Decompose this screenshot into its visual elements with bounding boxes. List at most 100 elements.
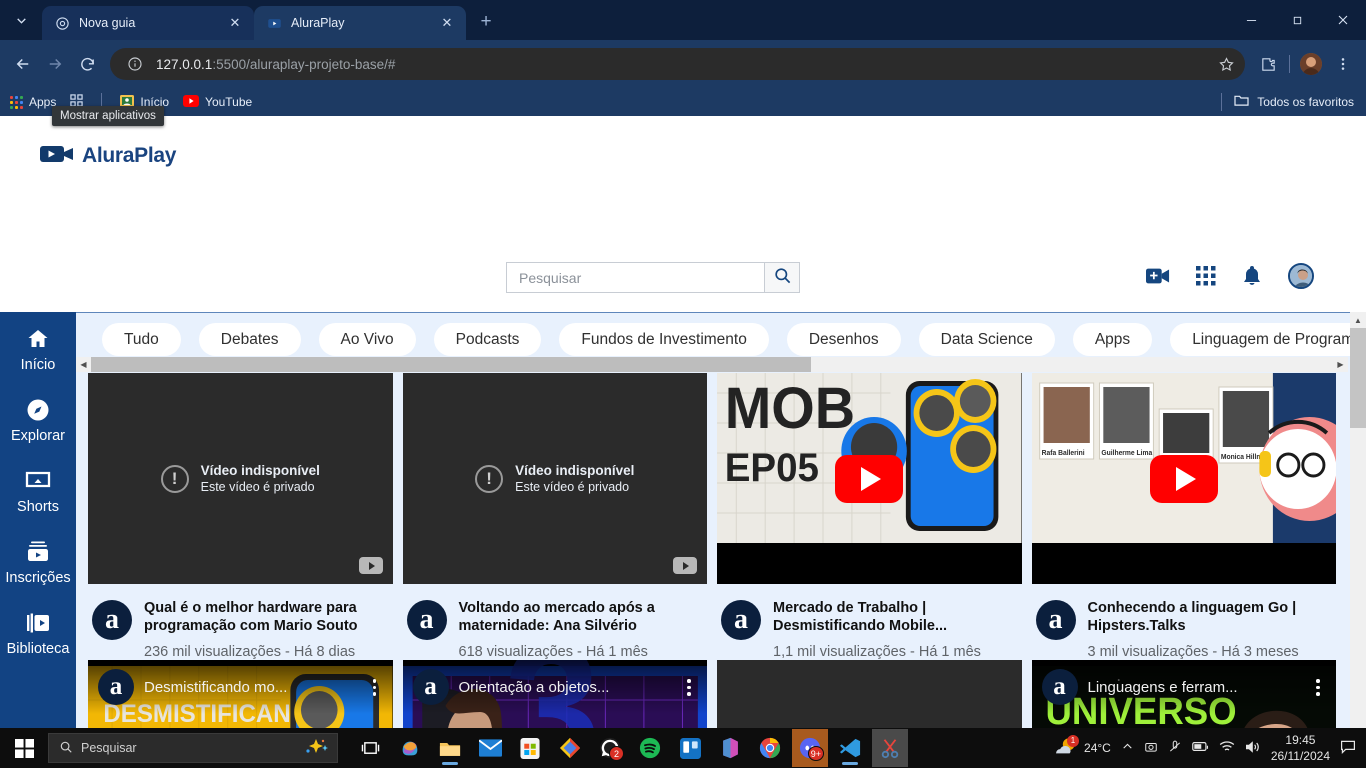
browser-tab-1[interactable]: Nova guia ✕ (42, 6, 254, 40)
chip-podcasts[interactable]: Podcasts (433, 323, 542, 356)
all-bookmarks[interactable]: Todos os favoritos (1217, 93, 1354, 111)
channel-avatar[interactable]: a (721, 600, 761, 640)
horizontal-scrollbar[interactable]: ◀ ▶ (76, 357, 1348, 372)
scroll-up-arrow-icon[interactable]: ▲ (1350, 312, 1366, 328)
chip-tudo[interactable]: Tudo (102, 323, 181, 356)
channel-avatar[interactable]: a (406, 600, 447, 640)
video-thumbnail[interactable]: DESMISTIFICANDO MOBILE EP02 (88, 660, 393, 728)
chip-fundos-de-investimento[interactable]: Fundos de Investimento (559, 323, 769, 356)
scroll-right-arrow-icon[interactable]: ▶ (1333, 357, 1348, 372)
video-thumbnail[interactable]: UNIVERSO DATA SC EP03 (1031, 660, 1336, 728)
video-thumbnail[interactable]: Rafa BalleriniGuilherme Lima Murillo God… (1031, 373, 1336, 584)
video-thumbnail[interactable]: MOB EP05 (717, 373, 1022, 584)
sidebar-item-explorar[interactable]: Explorar (0, 397, 76, 444)
overlay-video-title[interactable]: Orientação a objetos... (459, 679, 670, 696)
video-card[interactable]: Rafa BalleriniGuilherme Lima Murillo God… (1031, 373, 1336, 660)
play-button[interactable] (1149, 454, 1218, 503)
channel-avatar[interactable]: a (92, 600, 132, 640)
browser-tab-2[interactable]: AluraPlay ✕ (254, 6, 466, 40)
channel-avatar[interactable]: a (1035, 600, 1076, 640)
video-add-icon[interactable] (1146, 267, 1170, 285)
back-arrow-icon[interactable] (8, 49, 38, 79)
notification-icon[interactable] (1340, 739, 1356, 758)
video-thumbnail[interactable]: ! Vídeo indisponível Este vídeo é privad… (717, 660, 1022, 728)
tab-search-caret-icon[interactable] (0, 0, 42, 40)
play-button[interactable] (835, 454, 904, 503)
sidebar-item-shorts[interactable]: Shorts (0, 468, 76, 515)
taskbar-clock[interactable]: 19:45 26/11/2024 (1271, 732, 1330, 764)
bookmark-youtube[interactable]: YouTube (183, 94, 252, 110)
video-card[interactable]: ! Vídeo indisponível Este vídeo é privad… (717, 660, 1022, 728)
close-icon[interactable]: ✕ (436, 12, 458, 34)
snipping-tool-icon[interactable] (872, 729, 908, 767)
trello-icon[interactable] (672, 729, 708, 767)
mail-icon[interactable] (472, 729, 508, 767)
horizontal-scroll-track[interactable] (91, 357, 1333, 372)
chip-data-science[interactable]: Data Science (918, 323, 1055, 356)
scroll-left-arrow-icon[interactable]: ◀ (76, 357, 91, 372)
spotify-icon[interactable] (632, 729, 668, 767)
video-thumbnail[interactable]: ! Vídeo indisponível Este vídeo é privad… (88, 373, 393, 584)
maximize-button[interactable] (1274, 0, 1320, 40)
video-card[interactable]: ! Vídeo indisponível Este vídeo é privad… (88, 373, 393, 660)
video-card[interactable]: UNIVERSO DATA SC EP03 (1031, 660, 1336, 728)
photoshop-express-icon[interactable] (552, 729, 588, 767)
bookmark-apps[interactable]: Apps (10, 95, 56, 109)
youtube-badge-icon[interactable] (673, 557, 697, 574)
puzzle-icon[interactable] (1253, 49, 1283, 79)
video-card[interactable]: MOB EP05 a Mercado de Trabalho | Desmist… (717, 373, 1022, 660)
close-icon[interactable]: ✕ (224, 12, 246, 34)
more-options-icon[interactable] (365, 679, 385, 696)
chip-linguagem-de-programacao[interactable]: Linguagem de Programaç (1170, 323, 1366, 356)
info-circle-icon[interactable] (122, 51, 148, 77)
bell-icon[interactable] (1242, 265, 1262, 287)
close-window-button[interactable] (1320, 0, 1366, 40)
apps-grid-icon[interactable] (1196, 266, 1216, 286)
sidebar-item-inscricoes[interactable]: Inscrições (0, 539, 76, 586)
more-options-icon[interactable] (679, 679, 699, 696)
reload-icon[interactable] (72, 49, 102, 79)
video-card[interactable]: ! Vídeo indisponível Este vídeo é privad… (402, 373, 707, 660)
search-input[interactable]: Pesquisar (506, 262, 764, 293)
vertical-scrollbar[interactable]: ▲ ▼ (1350, 312, 1366, 728)
vertical-scroll-thumb[interactable] (1350, 328, 1366, 428)
chip-debates[interactable]: Debates (198, 323, 301, 356)
channel-avatar[interactable]: a (98, 669, 134, 706)
copilot-icon[interactable] (392, 729, 428, 767)
whatsapp-icon[interactable]: 2 (592, 729, 628, 767)
chip-apps[interactable]: Apps (1072, 323, 1153, 356)
minimize-button[interactable] (1228, 0, 1274, 40)
chevron-up-icon[interactable] (1121, 740, 1134, 756)
discord-icon[interactable]: 9+ (792, 729, 828, 767)
microsoft-store-icon[interactable] (512, 729, 548, 767)
microsoft-365-icon[interactable] (712, 729, 748, 767)
video-title[interactable]: Voltando ao mercado após a maternidade: … (459, 600, 706, 635)
video-title[interactable]: Mercado de Trabalho | Desmistificando Mo… (773, 600, 1020, 635)
mic-muted-icon[interactable] (1168, 740, 1182, 757)
camera-icon[interactable] (1144, 740, 1158, 757)
channel-avatar[interactable]: a (412, 669, 449, 706)
chrome-icon[interactable] (752, 729, 788, 767)
more-options-icon[interactable] (1308, 679, 1328, 696)
star-icon[interactable] (1213, 51, 1239, 77)
new-tab-button[interactable]: + (470, 6, 502, 38)
video-card[interactable]: DESMISTIFICANDO MOBILE EP02 (88, 660, 393, 728)
chip-desenhos[interactable]: Desenhos (786, 323, 901, 356)
battery-icon[interactable] (1192, 740, 1209, 756)
file-explorer-icon[interactable] (432, 729, 468, 767)
youtube-badge-icon[interactable] (358, 557, 383, 574)
overlay-video-title[interactable]: Desmistificando mo... (144, 679, 355, 696)
windows-start-icon[interactable] (0, 728, 48, 768)
address-bar[interactable]: 127.0.0.1:5500/aluraplay-projeto-base/# (110, 48, 1245, 80)
kebab-menu-icon[interactable] (1328, 49, 1358, 79)
wifi-icon[interactable] (1219, 740, 1235, 756)
weather-widget[interactable]: 1 24°C (1054, 734, 1111, 760)
sidebar-item-biblioteca[interactable]: Biblioteca (0, 610, 76, 657)
profile-avatar[interactable] (1296, 49, 1326, 79)
vscode-icon[interactable] (832, 729, 868, 767)
chip-ao-vivo[interactable]: Ao Vivo (318, 323, 416, 356)
task-view-icon[interactable] (352, 729, 388, 767)
video-title[interactable]: Qual é o melhor hardware para programaçã… (144, 600, 391, 635)
forward-arrow-icon[interactable] (40, 49, 70, 79)
volume-icon[interactable] (1245, 740, 1261, 757)
